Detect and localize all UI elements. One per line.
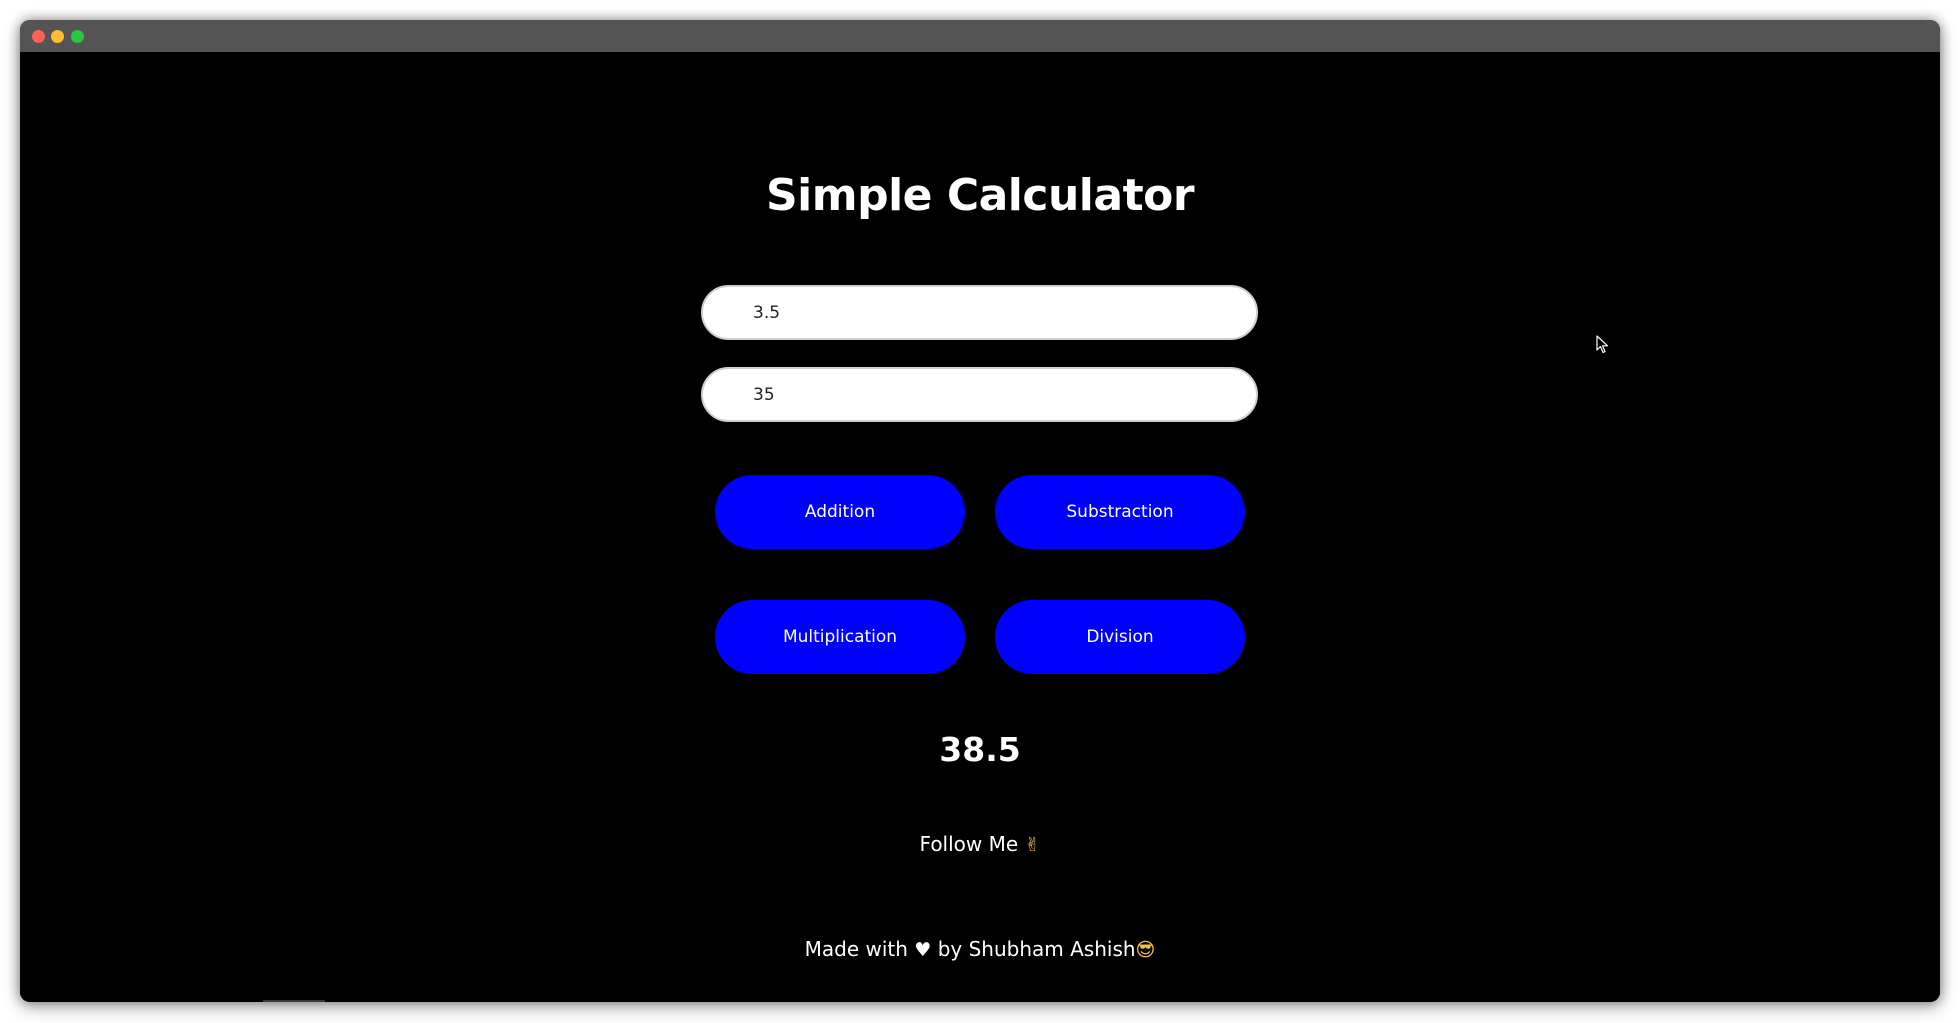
horizontal-scrollbar[interactable] [263, 1000, 325, 1002]
page-title: Simple Calculator [765, 170, 1195, 221]
footer-author: by Shubham Ashish [937, 937, 1136, 961]
first-number-input[interactable] [701, 285, 1258, 340]
sunglasses-face-icon: 😎 [1135, 939, 1156, 961]
calculator-page: Simple Calculator Addition Substraction … [20, 52, 1940, 1002]
mouse-pointer-icon [1596, 335, 1609, 354]
close-icon[interactable] [32, 30, 45, 43]
footer-prefix: Made with [804, 937, 908, 961]
window-titlebar [20, 20, 1940, 52]
addition-button[interactable]: Addition [715, 475, 965, 549]
result-display: 38.5 [939, 730, 1021, 769]
heart-icon: ♥ [914, 939, 932, 961]
follow-me-link[interactable]: Follow Me ✌ [20, 832, 1940, 856]
multiplication-button[interactable]: Multiplication [715, 600, 965, 674]
footer-credit: Made with ♥ by Shubham Ashish😎 [20, 937, 1940, 961]
maximize-icon[interactable] [71, 30, 84, 43]
browser-window: Simple Calculator Addition Substraction … [20, 20, 1940, 1002]
minimize-icon[interactable] [51, 30, 64, 43]
victory-hand-icon: ✌ [1024, 834, 1041, 856]
division-button[interactable]: Division [995, 600, 1245, 674]
second-number-input[interactable] [701, 367, 1258, 422]
follow-me-label: Follow Me [919, 832, 1019, 856]
subtraction-button[interactable]: Substraction [995, 475, 1245, 549]
